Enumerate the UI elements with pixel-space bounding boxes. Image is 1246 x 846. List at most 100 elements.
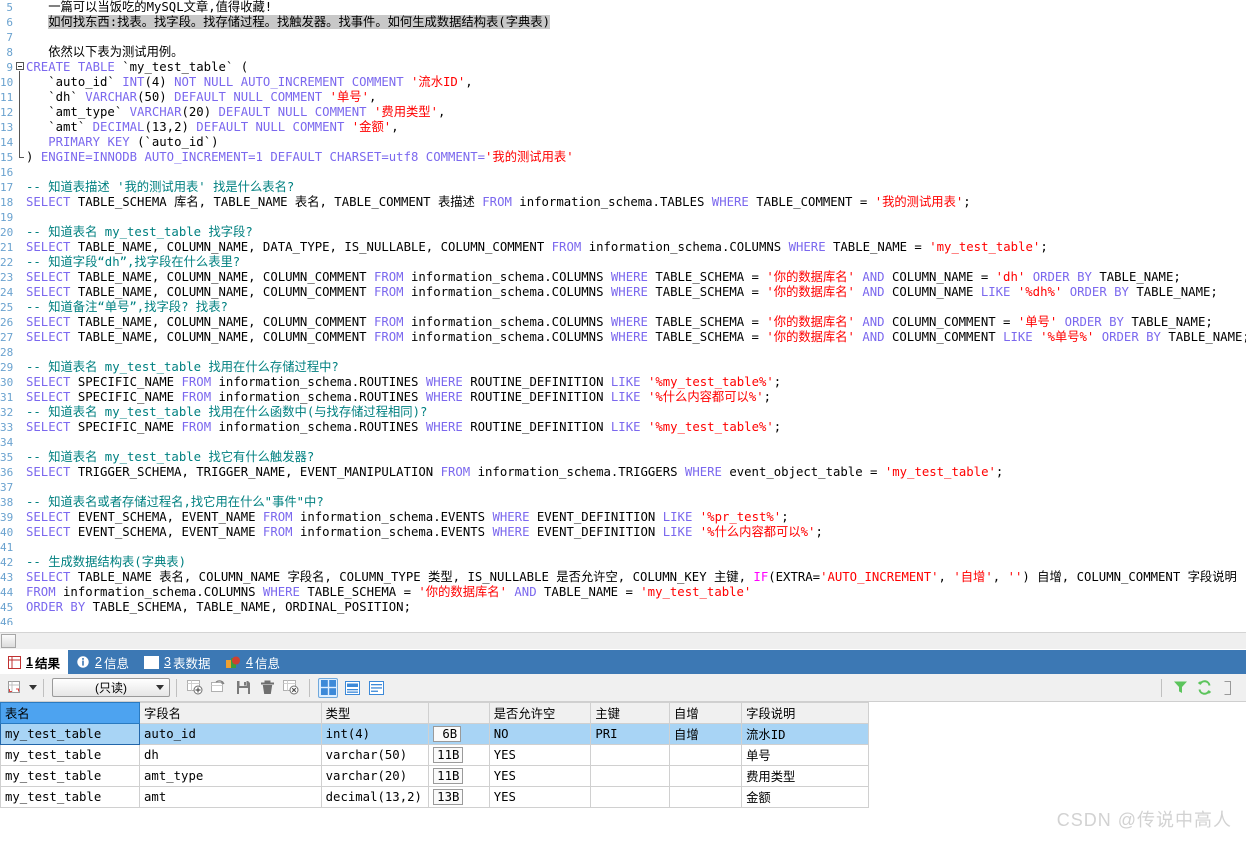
grid-cell-table[interactable]: my_test_table <box>0 765 141 787</box>
grid-cell-comment[interactable]: 单号 <box>741 744 869 766</box>
grid-cell-size[interactable]: 11B <box>428 744 490 766</box>
filter-button[interactable] <box>1170 678 1190 698</box>
grid-cell-auto[interactable]: 自增 <box>669 723 743 745</box>
grid-cell-size[interactable]: 6B <box>428 723 490 745</box>
code-line[interactable] <box>26 540 1246 555</box>
table-row[interactable]: my_test_table dh varchar(50) 11B YES 单号 <box>0 744 869 766</box>
sql-editor[interactable]: 5 6 7 8 9 10 11 12 13 14 15 16 17 18 19 20 21 22 23 24 25 26 2… <box>0 0 1246 625</box>
grid-cell-type[interactable]: varchar(50) <box>320 744 430 766</box>
code-line[interactable]: SELECT TRIGGER_SCHEMA, TRIGGER_NAME, EVE… <box>26 465 1246 480</box>
code-line[interactable]: -- 知道备注“单号”,找字段? 找表? <box>26 300 1246 315</box>
readonly-select[interactable]: (只读) <box>52 678 170 697</box>
grid-cell-key[interactable]: PRI <box>590 723 671 745</box>
code-line[interactable] <box>26 30 1246 45</box>
grid-cell-auto[interactable] <box>669 786 743 808</box>
table-row[interactable]: my_test_table auto_id int(4) 6B NO PRI 自增 流水ID <box>0 723 869 745</box>
view-text-button[interactable] <box>366 678 386 698</box>
grid-layout-dropdown-arrow[interactable] <box>29 685 37 690</box>
refresh-button[interactable] <box>1194 678 1214 698</box>
code-line[interactable]: ORDER BY TABLE_SCHEMA, TABLE_NAME, ORDIN… <box>26 600 1246 615</box>
code-line[interactable]: CREATE TABLE `my_test_table` ( <box>26 60 1246 75</box>
tab-1[interactable]: 1 结果 <box>0 650 68 674</box>
result-toolbar[interactable]: (只读) <box>0 674 1246 702</box>
grid-cell-type[interactable]: int(4) <box>320 723 430 745</box>
more-options-button[interactable] <box>1218 678 1238 698</box>
code-fold-margin[interactable] <box>14 0 26 625</box>
code-line[interactable]: SELECT TABLE_SCHEMA 库名, TABLE_NAME 表名, T… <box>26 195 1246 210</box>
code-line[interactable]: -- 知道表名 my_test_table 找它有什么触发器? <box>26 450 1246 465</box>
grid-cell-comment[interactable]: 费用类型 <box>741 765 869 787</box>
grid-cell-key[interactable] <box>590 744 671 766</box>
grid-cell-type[interactable]: decimal(13,2) <box>320 786 430 808</box>
code-line[interactable] <box>26 165 1246 180</box>
result-grid[interactable]: 表名 字段名 类型 是否允许空 主键 自增 字段说明 my_test_table auto_i… <box>0 702 869 808</box>
code-line[interactable]: FROM information_schema.COLUMNS WHERE TA… <box>26 585 1246 600</box>
grid-cell-column[interactable]: amt <box>139 786 322 808</box>
grid-cell-nullable[interactable]: YES <box>488 786 592 808</box>
code-line[interactable]: -- 生成数据结构表(字典表) <box>26 555 1246 570</box>
grid-cell-type[interactable]: varchar(20) <box>320 765 430 787</box>
sql-code-text[interactable]: 一篇可以当饭吃的MySQL文章,值得收藏! 如何找东西:找表。找字段。找存储过程… <box>26 0 1246 625</box>
grid-cell-nullable[interactable]: YES <box>488 744 592 766</box>
grid-cell-column[interactable]: amt_type <box>139 765 322 787</box>
grid-cell-size[interactable]: 13B <box>428 786 490 808</box>
code-line[interactable]: SELECT TABLE_NAME, COLUMN_NAME, COLUMN_C… <box>26 285 1246 300</box>
fold-toggle-icon[interactable] <box>16 62 24 70</box>
code-line[interactable]: SELECT TABLE_NAME, COLUMN_NAME, COLUMN_C… <box>26 315 1246 330</box>
code-line[interactable] <box>26 210 1246 225</box>
result-tab-bar[interactable]: 1 结果 2 信息 3 表数据 4 信息 <box>0 650 1246 674</box>
grid-cell-nullable[interactable]: NO <box>488 723 592 745</box>
code-line[interactable]: `dh` VARCHAR(50) DEFAULT NULL COMMENT '单… <box>26 90 1246 105</box>
save-record-button[interactable] <box>233 678 253 698</box>
table-row[interactable]: my_test_table amt decimal(13,2) 13B YES 金额 <box>0 786 869 808</box>
grid-cell-key[interactable] <box>590 786 671 808</box>
grid-cell-size[interactable]: 11B <box>428 765 490 787</box>
cancel-edit-button[interactable] <box>281 678 301 698</box>
grid-column-header[interactable]: 自增 <box>669 702 743 724</box>
grid-cell-key[interactable] <box>590 765 671 787</box>
code-line[interactable]: SELECT SPECIFIC_NAME FROM information_sc… <box>26 375 1246 390</box>
grid-column-header[interactable]: 字段说明 <box>741 702 869 724</box>
code-line[interactable] <box>26 345 1246 360</box>
code-line[interactable]: -- 知道表名 my_test_table 找字段? <box>26 225 1246 240</box>
grid-layout-button[interactable] <box>6 678 26 698</box>
grid-column-header[interactable]: 字段名 <box>139 702 322 724</box>
grid-cell-table[interactable]: my_test_table <box>0 786 141 808</box>
code-line[interactable]: -- 知道表名 my_test_table 找用在什么存储过程中? <box>26 360 1246 375</box>
grid-column-header[interactable] <box>428 702 490 724</box>
code-line[interactable]: `auto_id` INT(4) NOT NULL AUTO_INCREMENT… <box>26 75 1246 90</box>
grid-column-header[interactable]: 主键 <box>590 702 671 724</box>
code-line[interactable]: -- 知道表描述 '我的测试用表' 找是什么表名? <box>26 180 1246 195</box>
grid-cell-comment[interactable]: 流水ID <box>741 723 869 745</box>
grid-column-header[interactable]: 是否允许空 <box>488 702 592 724</box>
code-line[interactable]: SELECT EVENT_SCHEMA, EVENT_NAME FROM inf… <box>26 525 1246 540</box>
code-line[interactable]: SELECT TABLE_NAME 表名, COLUMN_NAME 字段名, C… <box>26 570 1246 585</box>
code-line[interactable]: `amt` DECIMAL(13,2) DEFAULT NULL COMMENT… <box>26 120 1246 135</box>
grid-cell-table[interactable]: my_test_table <box>0 744 141 766</box>
grid-body[interactable]: my_test_table auto_id int(4) 6B NO PRI 自增 流水ID m… <box>0 723 869 808</box>
grid-cell-table[interactable]: my_test_table <box>0 723 141 745</box>
grid-cell-column[interactable]: auto_id <box>139 723 322 745</box>
delete-record-button[interactable] <box>257 678 277 698</box>
code-line[interactable]: SELECT SPECIFIC_NAME FROM information_sc… <box>26 390 1246 405</box>
code-line[interactable]: SELECT TABLE_NAME, COLUMN_NAME, DATA_TYP… <box>26 240 1246 255</box>
code-line[interactable]: SELECT TABLE_NAME, COLUMN_NAME, COLUMN_C… <box>26 270 1246 285</box>
grid-cell-column[interactable]: dh <box>139 744 322 766</box>
code-line[interactable]: 如何找东西:找表。找字段。找存储过程。找触发器。找事件。如何生成数据结构表(字典… <box>26 15 1246 30</box>
grid-column-header[interactable]: 表名 <box>0 702 141 724</box>
view-grid-button[interactable] <box>318 677 338 698</box>
grid-cell-comment[interactable]: 金额 <box>741 786 869 808</box>
code-line[interactable]: PRIMARY KEY (`auto_id`) <box>26 135 1246 150</box>
code-line[interactable]: 一篇可以当饭吃的MySQL文章,值得收藏! <box>26 0 1246 15</box>
tab-3[interactable]: 3 表数据 <box>136 650 218 674</box>
code-line[interactable]: -- 知道字段“dh”,找字段在什么表里? <box>26 255 1246 270</box>
code-line[interactable]: SELECT SPECIFIC_NAME FROM information_sc… <box>26 420 1246 435</box>
grid-cell-auto[interactable] <box>669 744 743 766</box>
tab-2[interactable]: 2 信息 <box>68 650 137 674</box>
table-row[interactable]: my_test_table amt_type varchar(20) 11B YES 费用… <box>0 765 869 787</box>
code-line[interactable] <box>26 615 1246 625</box>
code-line[interactable]: ) ENGINE=INNODB AUTO_INCREMENT=1 DEFAULT… <box>26 150 1246 165</box>
code-line[interactable]: SELECT TABLE_NAME, COLUMN_NAME, COLUMN_C… <box>26 330 1246 345</box>
add-record-button[interactable] <box>185 678 205 698</box>
code-line[interactable]: -- 知道表名 my_test_table 找用在什么函数中(与找存储过程相同)… <box>26 405 1246 420</box>
